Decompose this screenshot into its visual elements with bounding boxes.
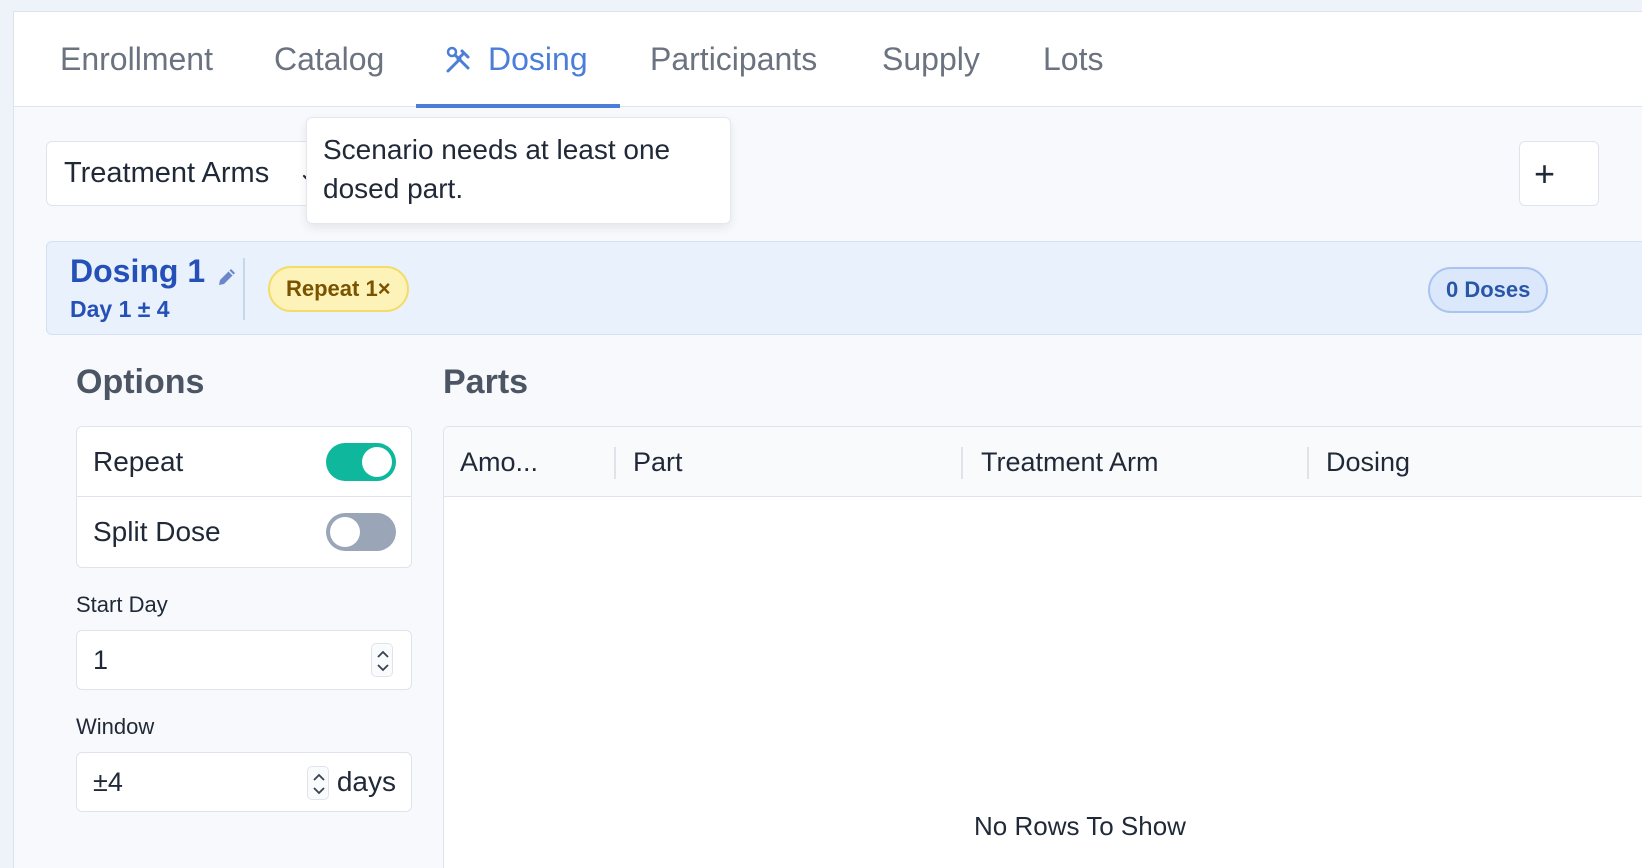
active-tab-indicator <box>416 104 620 108</box>
tab-dosing[interactable]: Dosing <box>444 12 588 107</box>
options-heading: Options <box>76 363 205 401</box>
tab-supply[interactable]: Supply <box>882 12 980 107</box>
tab-enrollment[interactable]: Enrollment <box>60 12 213 107</box>
tab-label: Lots <box>1043 41 1104 77</box>
window-value: ±4 <box>93 766 123 797</box>
window-unit: days <box>336 766 396 797</box>
parts-heading: Parts <box>443 363 529 401</box>
tab-bar: Enrollment Catalog Dosing Participants S… <box>14 12 1642 108</box>
tab-participants[interactable]: Participants <box>650 12 817 107</box>
dosing-title-text: Dosing 1 <box>70 253 206 289</box>
column-header-dosing[interactable]: Dosing <box>1326 427 1410 497</box>
main-panel: Enrollment Catalog Dosing Participants S… <box>13 11 1642 868</box>
column-separator[interactable] <box>1307 447 1309 479</box>
tooltip: Scenario needs at least one dosed part. <box>306 117 731 224</box>
stepper-icon[interactable] <box>371 643 393 677</box>
column-header-amount[interactable]: Amo... <box>460 427 538 497</box>
tooltip-text: Scenario needs at least one dosed part. <box>323 134 671 204</box>
parts-grid: Amo... Part Treatment Arm Dosing No Rows… <box>443 426 1642 868</box>
split-dose-label: Split Dose <box>93 516 221 547</box>
repeat-badge: Repeat 1× <box>268 266 409 312</box>
divider <box>243 258 245 320</box>
split-dose-toggle[interactable] <box>326 513 396 551</box>
start-day-input[interactable]: 1 <box>76 630 412 690</box>
stepper-icon[interactable] <box>307 766 329 800</box>
plus-icon: + <box>1534 152 1556 194</box>
tab-label: Catalog <box>274 41 385 77</box>
column-separator[interactable] <box>614 447 616 479</box>
tools-icon <box>444 45 474 75</box>
view-select[interactable]: Treatment Arms <box>46 141 336 206</box>
tab-lots[interactable]: Lots <box>1043 12 1103 107</box>
doses-badge: 0 Doses <box>1428 267 1549 313</box>
column-separator[interactable] <box>961 447 963 479</box>
tab-label: Participants <box>650 41 818 77</box>
options-toggles: Repeat Split Dose <box>76 426 412 568</box>
grid-header: Amo... Part Treatment Arm Dosing <box>444 427 1642 497</box>
split-dose-row: Split Dose <box>77 497 411 567</box>
start-day-label: Start Day <box>76 592 168 617</box>
dosing-header: Dosing 1 Day 1 ± 4 Repeat 1× 0 Doses <box>46 241 1642 335</box>
add-button[interactable]: + <box>1519 141 1599 206</box>
window-input[interactable]: ±4 days <box>76 752 412 812</box>
view-select-value: Treatment Arms <box>64 157 270 189</box>
tab-label: Supply <box>882 41 980 77</box>
tab-label: Dosing <box>488 41 588 77</box>
column-header-treatment-arm[interactable]: Treatment Arm <box>981 427 1159 497</box>
tab-label: Enrollment <box>60 41 213 77</box>
tab-catalog[interactable]: Catalog <box>274 12 384 107</box>
pencil-icon[interactable] <box>215 260 239 285</box>
dosing-subtitle: Day 1 ± 4 <box>70 296 170 322</box>
repeat-toggle[interactable] <box>326 443 396 481</box>
start-day-value: 1 <box>93 644 109 675</box>
repeat-row: Repeat <box>77 427 411 497</box>
dosing-title: Dosing 1 <box>70 253 239 290</box>
repeat-label: Repeat <box>93 445 184 477</box>
empty-state-text: No Rows To Show <box>974 811 1186 841</box>
window-label: Window <box>76 714 155 739</box>
column-header-part[interactable]: Part <box>633 427 683 497</box>
